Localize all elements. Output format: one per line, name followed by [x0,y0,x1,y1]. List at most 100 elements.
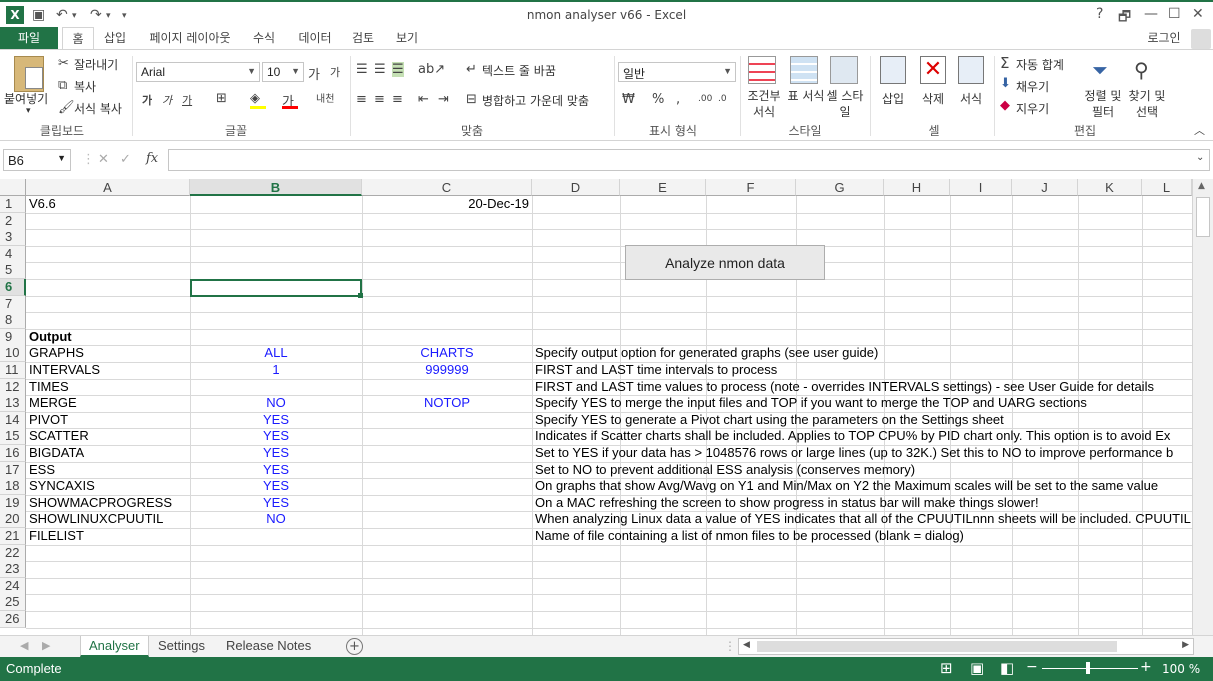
zoom-level[interactable]: 100 % [1162,662,1200,676]
font-name-select[interactable]: Arial ▼ [136,62,260,82]
page-layout-view-icon[interactable]: ▣ [970,659,984,677]
row-header-1[interactable]: 1 [0,196,26,213]
row-header-14[interactable]: 14 [0,411,26,429]
row-header-2[interactable]: 2 [0,212,26,230]
comma-icon[interactable]: , [676,92,680,107]
row-header-8[interactable]: 8 [0,312,26,330]
sheet-tab-analyser[interactable]: Analyser [80,636,149,657]
row-header-6[interactable]: 6 [0,279,26,296]
cell-a9[interactable]: Output [29,329,72,345]
tab-home[interactable]: 홈 [62,27,94,51]
tab-view[interactable]: 보기 [388,27,426,50]
row-header-25[interactable]: 25 [0,594,26,612]
h-scroll-thumb[interactable] [757,641,1117,652]
close-icon[interactable]: ✕ [1192,6,1204,22]
row-header-7[interactable]: 7 [0,295,26,313]
fill-icon[interactable]: ⬇ [1000,76,1011,91]
scroll-thumb[interactable] [1196,197,1210,237]
column-header-g[interactable]: G [796,179,884,196]
increase-indent-icon[interactable]: ⇥ [438,92,449,107]
number-format-select[interactable]: 일반 ▼ [618,62,736,82]
cell-d14[interactable]: Specify YES to generate a Pivot chart us… [535,412,1004,428]
row-header-3[interactable]: 3 [0,229,26,247]
format-painter-icon[interactable]: 🖌 [58,100,75,115]
cell-c10[interactable]: CHARTS [362,345,532,361]
cell-styles-button[interactable]: 셀 스타일 [824,88,866,120]
cell-a14[interactable]: PIVOT [29,412,68,428]
tab-data[interactable]: 데이터 [292,27,338,50]
autosum-icon[interactable]: Σ [1000,54,1009,72]
cell-a13[interactable]: MERGE [29,395,77,411]
format-table-icon[interactable] [790,56,818,84]
copy-button[interactable]: 복사 [74,78,96,95]
fill-button[interactable]: 채우기 [1016,78,1049,95]
cell-c1[interactable]: 20-Dec-19 [362,196,529,212]
row-header-21[interactable]: 21 [0,528,26,545]
row-header-13[interactable]: 13 [0,395,26,413]
row-header-12[interactable]: 12 [0,378,26,396]
name-box[interactable]: B6 ▼ [3,149,71,171]
bold-icon[interactable]: 가 [142,92,152,108]
clear-icon[interactable]: ◆ [1000,98,1010,113]
zoom-slider[interactable] [1042,668,1138,669]
border-icon[interactable]: ⊞ [216,91,227,106]
row-header-5[interactable]: 5 [0,262,26,280]
row-header-26[interactable]: 26 [0,611,26,628]
paste-dropdown-icon[interactable]: ▾ [26,106,31,116]
sheet-tab-release-notes[interactable]: Release Notes [218,636,319,657]
conditional-format-icon[interactable] [748,56,776,84]
row-header-9[interactable]: 9 [0,328,26,346]
cell-a15[interactable]: SCATTER [29,428,89,444]
decrease-decimal-icon[interactable]: .0 [718,94,727,104]
cell-d11[interactable]: FIRST and LAST time intervals to process [535,362,777,378]
cell-d12[interactable]: FIRST and LAST time values to process (n… [535,379,1154,395]
scroll-up-icon[interactable]: ▲ [1198,181,1205,191]
align-bottom-icon[interactable]: ☰ [392,62,404,77]
cell-c13[interactable]: NOTOP [362,395,532,411]
analyze-nmon-data-button[interactable]: Analyze nmon data [625,245,825,280]
cell-a12[interactable]: TIMES [29,379,69,395]
expand-formula-icon[interactable]: ⌄ [1196,152,1204,163]
cell-b11[interactable]: 1 [190,362,362,378]
cell-d21[interactable]: Name of file containing a list of nmon f… [535,528,964,544]
column-header-l[interactable]: L [1142,179,1192,196]
decrease-indent-icon[interactable]: ⇤ [418,92,429,107]
tab-insert[interactable]: 삽입 [98,27,132,50]
column-header-f[interactable]: F [706,179,796,196]
font-size-select[interactable]: 10 ▼ [262,62,304,82]
insert-cells-icon[interactable] [880,56,906,84]
fill-handle[interactable] [358,293,363,298]
row-header-24[interactable]: 24 [0,577,26,595]
clear-button[interactable]: 지우기 [1016,100,1049,117]
cell-b20[interactable]: NO [190,511,362,527]
cell-a16[interactable]: BIGDATA [29,445,84,461]
tab-review[interactable]: 검토 [344,27,382,50]
grow-font-icon[interactable]: 가 [308,64,320,83]
cell-a20[interactable]: SHOWLINUXCPUUTIL [29,511,163,527]
cell-b17[interactable]: YES [190,462,362,478]
row-header-18[interactable]: 18 [0,478,26,496]
sheet-tab-settings[interactable]: Settings [150,636,213,657]
cell-a11[interactable]: INTERVALS [29,362,100,378]
cell-d13[interactable]: Specify YES to merge the input files and… [535,395,1087,411]
zoom-out-icon[interactable]: − [1026,659,1038,675]
format-cells-button[interactable]: 서식 [956,90,986,107]
row-header-4[interactable]: 4 [0,245,26,263]
shrink-font-icon[interactable]: 가 [330,64,340,80]
format-painter-button[interactable]: 서식 복사 [74,100,122,117]
wrap-text-button[interactable]: 텍스트 줄 바꿈 [482,62,556,79]
tab-file[interactable]: 파일 [0,27,58,50]
align-left-icon[interactable]: ≡ [356,92,367,107]
autosum-button[interactable]: 자동 합계 [1016,56,1064,73]
cell-a1[interactable]: V6.6 [29,196,56,212]
cell-b18[interactable]: YES [190,478,362,494]
cancel-icon[interactable]: ✕ [98,152,109,167]
cell-b10[interactable]: ALL [190,345,362,361]
row-header-19[interactable]: 19 [0,494,26,512]
cell-d19[interactable]: On a MAC refreshing the screen to show p… [535,495,1039,511]
cell-styles-icon[interactable] [830,56,858,84]
paste-icon[interactable] [14,56,44,92]
avatar[interactable] [1191,29,1211,49]
formula-input[interactable] [168,149,1210,171]
phonetic-icon[interactable]: 내천 [316,90,334,105]
